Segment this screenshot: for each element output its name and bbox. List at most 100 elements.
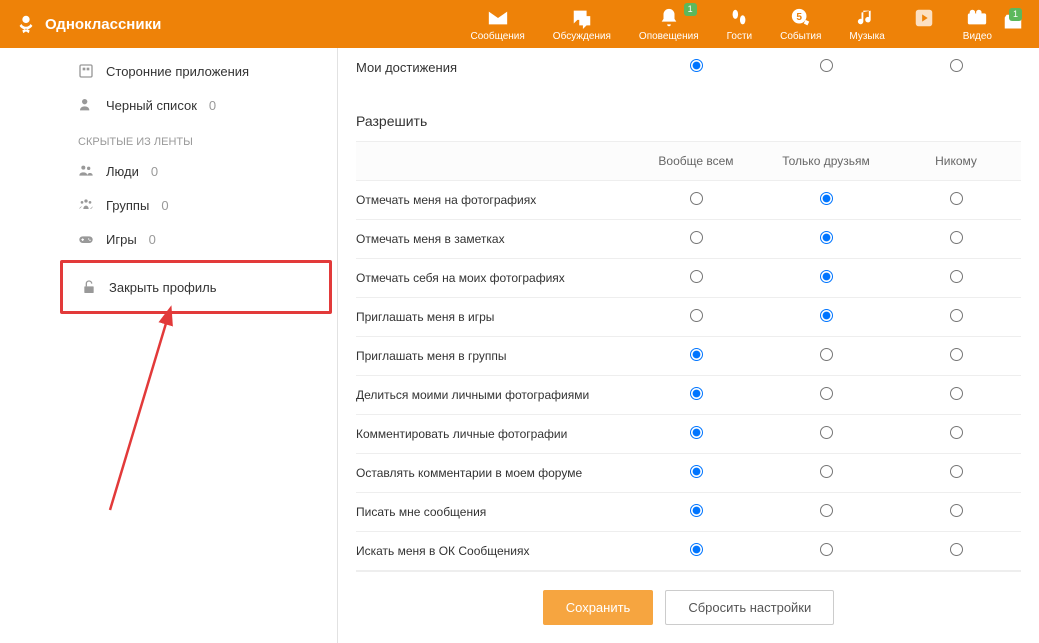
radio-cell (761, 504, 891, 520)
radio-friends[interactable] (820, 504, 833, 517)
radio-all[interactable] (690, 348, 703, 361)
nav-label: Видео (963, 31, 992, 42)
radio-cell (891, 231, 1021, 247)
radio-none[interactable] (950, 387, 963, 400)
badge: 1 (684, 3, 697, 16)
radio-friends[interactable] (820, 348, 833, 361)
nav-label: Обсуждения (553, 31, 611, 42)
row-label: Делиться моими личными фотографиями (356, 388, 631, 402)
top-header: Одноклассники Сообщения Обсуждения 1 Опо… (0, 0, 1039, 48)
radio-none[interactable] (950, 231, 963, 244)
nav-guests[interactable]: Гости (727, 7, 752, 42)
radio-cell (631, 231, 761, 247)
sidebar-item-close-profile[interactable]: Закрыть профиль (63, 263, 329, 311)
radio-cell (891, 387, 1021, 403)
row-label: Отмечать себя на моих фотографиях (356, 271, 631, 285)
radio-friends[interactable] (820, 192, 833, 205)
main-panel: Мои достижения Разрешить Вообще всем Тол… (338, 48, 1039, 643)
row-label: Писать мне сообщения (356, 505, 631, 519)
radio-cell (891, 59, 1021, 75)
brand-logo[interactable]: Одноклассники (15, 13, 161, 35)
radio-cell (761, 192, 891, 208)
radio-all[interactable] (690, 504, 703, 517)
radio-cell (631, 309, 761, 325)
sidebar-item-people[interactable]: Люди 0 (0, 154, 337, 188)
bell-icon (658, 7, 680, 29)
radio-cell (761, 270, 891, 286)
radio-none[interactable] (950, 543, 963, 556)
radio-none[interactable] (950, 426, 963, 439)
sidebar-item-games[interactable]: Игры 0 (0, 222, 337, 256)
highlight-annotation: Закрыть профиль (60, 260, 332, 314)
radio-none[interactable] (950, 348, 963, 361)
setting-row: Приглашать меня в группы (356, 337, 1021, 376)
setting-row: Оставлять комментарии в моем форуме (356, 454, 1021, 493)
radio-all[interactable] (690, 59, 703, 72)
col-all: Вообще всем (631, 154, 761, 168)
radio-all[interactable] (690, 543, 703, 556)
radio-all[interactable] (690, 270, 703, 283)
radio-cell (891, 348, 1021, 364)
nav-notifications[interactable]: 1 Оповещения (639, 7, 699, 42)
settings-rows: Отмечать меня на фотографияхОтмечать мен… (356, 181, 1021, 571)
brand-name: Одноклассники (45, 16, 161, 33)
radio-none[interactable] (950, 192, 963, 205)
radio-all[interactable] (690, 309, 703, 322)
row-label: Комментировать личные фотографии (356, 427, 631, 441)
sidebar-label: Люди (106, 164, 139, 179)
radio-all[interactable] (690, 465, 703, 478)
radio-cell (631, 426, 761, 442)
radio-all[interactable] (690, 192, 703, 205)
sidebar-label: Черный список (106, 98, 197, 113)
reset-button[interactable]: Сбросить настройки (665, 590, 834, 625)
radio-cell (631, 270, 761, 286)
radio-none[interactable] (950, 270, 963, 283)
setting-row: Писать мне сообщения (356, 493, 1021, 532)
nav-video[interactable]: Видео (963, 7, 992, 42)
sidebar-label: Закрыть профиль (109, 280, 217, 295)
setting-row: Приглашать меня в игры (356, 298, 1021, 337)
sidebar-item-blacklist[interactable]: Черный список 0 (0, 88, 337, 122)
radio-cell (761, 465, 891, 481)
radio-friends[interactable] (820, 59, 833, 72)
five-icon: 5 (790, 7, 812, 29)
radio-friends[interactable] (820, 309, 833, 322)
sidebar-item-thirdparty-apps[interactable]: Сторонние приложения (0, 54, 337, 88)
radio-friends[interactable] (820, 543, 833, 556)
nav-messages[interactable]: Сообщения (471, 7, 525, 42)
section-title: Разрешить (356, 85, 1021, 141)
sidebar-label: Сторонние приложения (106, 64, 249, 79)
save-button[interactable]: Сохранить (543, 590, 654, 625)
nav-play[interactable] (913, 7, 935, 42)
radio-all[interactable] (690, 387, 703, 400)
nav-events[interactable]: 5 События (780, 7, 821, 42)
setting-row: Искать меня в ОК Сообщениях (356, 532, 1021, 571)
play-box-icon (913, 7, 935, 29)
nav-music[interactable]: Музыка (849, 7, 884, 42)
lock-open-icon (81, 279, 97, 295)
radio-friends[interactable] (820, 270, 833, 283)
radio-none[interactable] (950, 504, 963, 517)
nav-discussions[interactable]: Обсуждения (553, 7, 611, 42)
radio-cell (631, 192, 761, 208)
radio-friends[interactable] (820, 387, 833, 400)
radio-none[interactable] (950, 465, 963, 478)
radio-none[interactable] (950, 309, 963, 322)
setting-row-achievements: Мои достижения (356, 48, 1021, 85)
nav-label: Музыка (849, 31, 884, 42)
radio-friends[interactable] (820, 426, 833, 439)
row-label: Оставлять комментарии в моем форуме (356, 466, 631, 480)
radio-none[interactable] (950, 59, 963, 72)
nav-wallet[interactable]: 1 (1002, 12, 1024, 37)
row-label: Мои достижения (356, 60, 631, 75)
radio-friends[interactable] (820, 465, 833, 478)
radio-friends[interactable] (820, 231, 833, 244)
footer-actions: Сохранить Сбросить настройки (356, 571, 1021, 643)
content-area: Сторонние приложения Черный список 0 СКР… (0, 48, 1039, 643)
radio-all[interactable] (690, 231, 703, 244)
sidebar-item-groups[interactable]: Группы 0 (0, 188, 337, 222)
row-label: Искать меня в ОК Сообщениях (356, 544, 631, 558)
row-label: Отмечать меня на фотографиях (356, 193, 631, 207)
envelope-icon (487, 7, 509, 29)
radio-all[interactable] (690, 426, 703, 439)
